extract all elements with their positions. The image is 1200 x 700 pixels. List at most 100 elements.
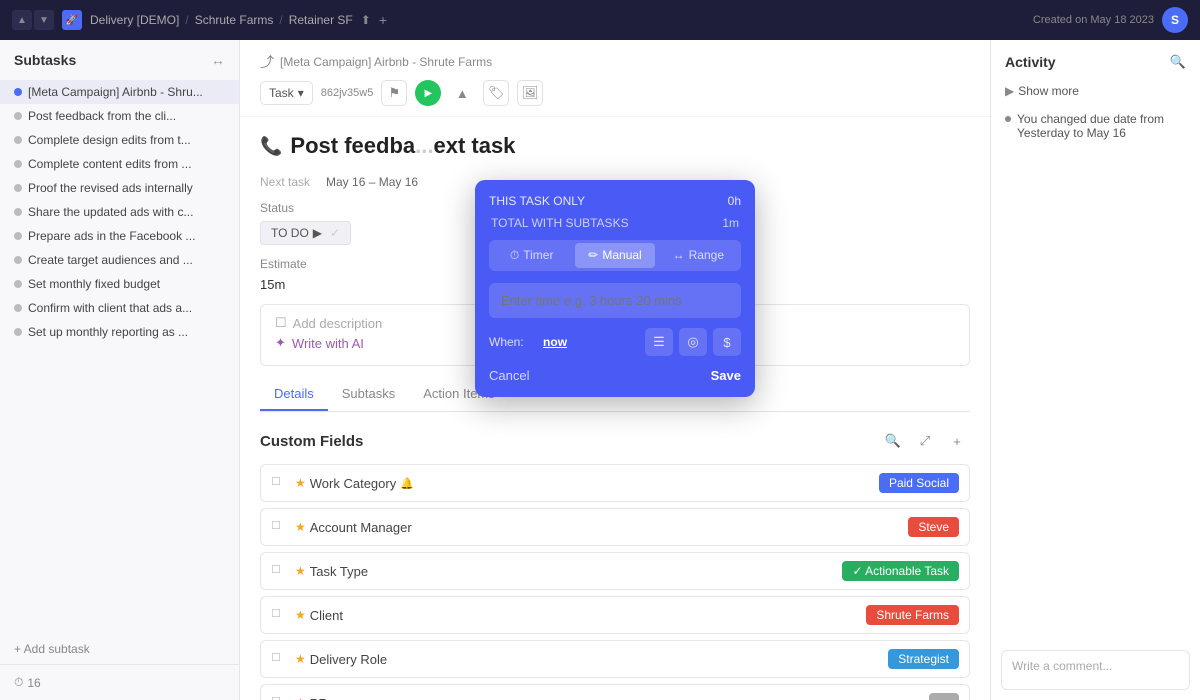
- cf-add-btn[interactable]: +: [944, 428, 970, 454]
- time-popup-header: THIS TASK ONLY 0h: [489, 194, 741, 208]
- dollar-btn[interactable]: $: [713, 328, 741, 356]
- manual-tab[interactable]: ✏Manual: [575, 243, 654, 268]
- when-now[interactable]: now: [543, 335, 567, 349]
- comment-input[interactable]: Write a comment...: [1001, 650, 1190, 690]
- range-tab[interactable]: ↔Range: [659, 243, 738, 268]
- task-id: 862jv35w5: [321, 87, 374, 99]
- footer-count: 16: [27, 676, 40, 690]
- flag-btn[interactable]: ⚑: [381, 80, 407, 106]
- breadcrumb-retainer[interactable]: Retainer SF: [289, 13, 353, 27]
- subtask-label: [Meta Campaign] Airbnb - Shru...: [28, 85, 203, 99]
- subtask-item[interactable]: Prepare ads in the Facebook ...: [0, 224, 239, 248]
- task-title-icon: 📞: [260, 136, 282, 157]
- next-task-label: Next task: [260, 175, 310, 189]
- cf-star-icon: ★: [295, 696, 306, 700]
- play-button[interactable]: ▶: [415, 80, 441, 106]
- subtask-dot: [14, 328, 22, 336]
- time-tabs: ⏱Timer ✏Manual ↔Range: [489, 240, 741, 271]
- subtask-item[interactable]: Complete content edits from ...: [0, 152, 239, 176]
- cf-checkbox-icon: ☐: [271, 695, 287, 700]
- sidebar-collapse-btn[interactable]: ↔: [211, 52, 225, 68]
- cf-checkbox-icon: ☐: [271, 519, 287, 535]
- tag-btn[interactable]: 🏷: [483, 80, 509, 106]
- subtask-item[interactable]: Complete design edits from t...: [0, 128, 239, 152]
- subtask-dot: [14, 184, 22, 192]
- timer-tab[interactable]: ⏱Timer: [492, 243, 571, 268]
- cf-row-task-type: ☐ ★ Task Type ✓ Actionable Task: [260, 552, 970, 590]
- time-input[interactable]: [489, 283, 741, 318]
- subtask-item[interactable]: Confirm with client that ads a...: [0, 296, 239, 320]
- cf-value-badge[interactable]: ✓ Actionable Task: [842, 561, 959, 581]
- subtask-item[interactable]: Create target audiences and ...: [0, 248, 239, 272]
- subtask-label: Post feedback from the cli...: [28, 109, 176, 123]
- custom-fields-title: Custom Fields: [260, 433, 363, 450]
- delivery-icon: 🚀: [62, 10, 82, 30]
- time-when-actions: ☰ ◎ $: [645, 328, 741, 356]
- show-more-btn[interactable]: ▶ Show more: [991, 78, 1200, 104]
- subtask-item[interactable]: [Meta Campaign] Airbnb - Shru...: [0, 80, 239, 104]
- cf-value-badge[interactable]: Paid Social: [879, 473, 959, 493]
- subtask-item[interactable]: Set up monthly reporting as ...: [0, 320, 239, 344]
- subtask-label: Prepare ads in the Facebook ...: [28, 229, 195, 243]
- this-task-label: THIS TASK ONLY: [489, 194, 585, 208]
- total-label: TOTAL WITH SUBTASKS: [491, 216, 629, 230]
- breadcrumb-schrute[interactable]: Schrute Farms: [195, 13, 274, 27]
- export-icon[interactable]: ⬆: [361, 13, 371, 27]
- subtask-dot: [14, 304, 22, 312]
- task-type-btn[interactable]: Task ▾: [260, 81, 313, 105]
- subtask-item[interactable]: Share the updated ads with c...: [0, 200, 239, 224]
- subtask-dot: [14, 232, 22, 240]
- activity-title: Activity: [1005, 54, 1056, 70]
- circle-btn[interactable]: ◎: [679, 328, 707, 356]
- sidebar-title: Subtasks: [14, 52, 76, 68]
- nav-down[interactable]: ▼: [34, 10, 54, 30]
- cf-value-badge[interactable]: Steve: [908, 517, 959, 537]
- activity-dot: [1005, 116, 1011, 122]
- custom-fields-header: Custom Fields 🔍 ⤢ +: [260, 428, 970, 454]
- cf-search-btn[interactable]: 🔍: [880, 428, 906, 454]
- sep2: /: [279, 13, 282, 27]
- subtask-item[interactable]: Proof the revised ads internally: [0, 176, 239, 200]
- subtask-dot: [14, 256, 22, 264]
- add-subtask-btn[interactable]: + Add subtask: [0, 634, 239, 664]
- tab-subtasks[interactable]: Subtasks: [328, 378, 409, 411]
- task-toolbar: Task ▾ 862jv35w5 ⚑ ▶ ▲ 🏷 🖼: [260, 80, 970, 116]
- activity-panel: Activity 🔍 ▶ Show more You changed due d…: [990, 40, 1200, 700]
- activity-item: You changed due date from Yesterday to M…: [991, 104, 1200, 148]
- add-icon[interactable]: +: [379, 12, 387, 28]
- list-btn[interactable]: ☰: [645, 328, 673, 356]
- time-cancel-btn[interactable]: Cancel: [489, 368, 529, 383]
- activity-search-btn[interactable]: 🔍: [1170, 54, 1186, 70]
- cf-value-badge[interactable]: Strategist: [888, 649, 959, 669]
- status-badge[interactable]: TO DO ▶ ✓: [260, 221, 351, 245]
- cf-checkbox-icon: ☐: [271, 607, 287, 623]
- subtask-label: Create target audiences and ...: [28, 253, 193, 267]
- subtask-label: Confirm with client that ads a...: [28, 301, 192, 315]
- subtask-dot: [14, 112, 22, 120]
- nav-arrows[interactable]: ▲ ▼: [12, 10, 54, 30]
- chevron-up-btn[interactable]: ▲: [449, 80, 475, 106]
- ai-icon: ✦: [275, 335, 286, 351]
- subtask-label: Complete content edits from ...: [28, 157, 191, 171]
- subtask-item[interactable]: Post feedback from the cli...: [0, 104, 239, 128]
- next-task-dates: May 16 – May 16: [326, 175, 418, 189]
- status-value: TO DO: [271, 226, 309, 240]
- time-save-btn[interactable]: Save: [711, 368, 741, 383]
- image-btn[interactable]: 🖼: [517, 80, 543, 106]
- subtask-item[interactable]: Set monthly fixed budget: [0, 272, 239, 296]
- cf-star-icon: ★: [295, 608, 306, 622]
- cf-value-badge[interactable]: Shrute Farms: [866, 605, 959, 625]
- footer-icon: ⏱: [14, 675, 23, 690]
- cf-row-account-manager: ☐ ★ Account Manager Steve: [260, 508, 970, 546]
- nav-up[interactable]: ▲: [12, 10, 32, 30]
- cf-value-badge[interactable]: ...: [929, 693, 959, 700]
- custom-fields: Custom Fields 🔍 ⤢ + ☐ ★ Work Category 🔔: [260, 428, 970, 700]
- sep1: /: [185, 13, 188, 27]
- cf-checkbox-icon: ☐: [271, 651, 287, 667]
- tab-details[interactable]: Details: [260, 378, 328, 411]
- cf-expand-btn[interactable]: ⤢: [912, 428, 938, 454]
- breadcrumb-delivery[interactable]: Delivery [DEMO]: [90, 13, 179, 27]
- cf-bell-icon[interactable]: 🔔: [400, 477, 414, 490]
- avatar[interactable]: S: [1162, 7, 1188, 33]
- ai-label: Write with AI: [292, 336, 364, 351]
